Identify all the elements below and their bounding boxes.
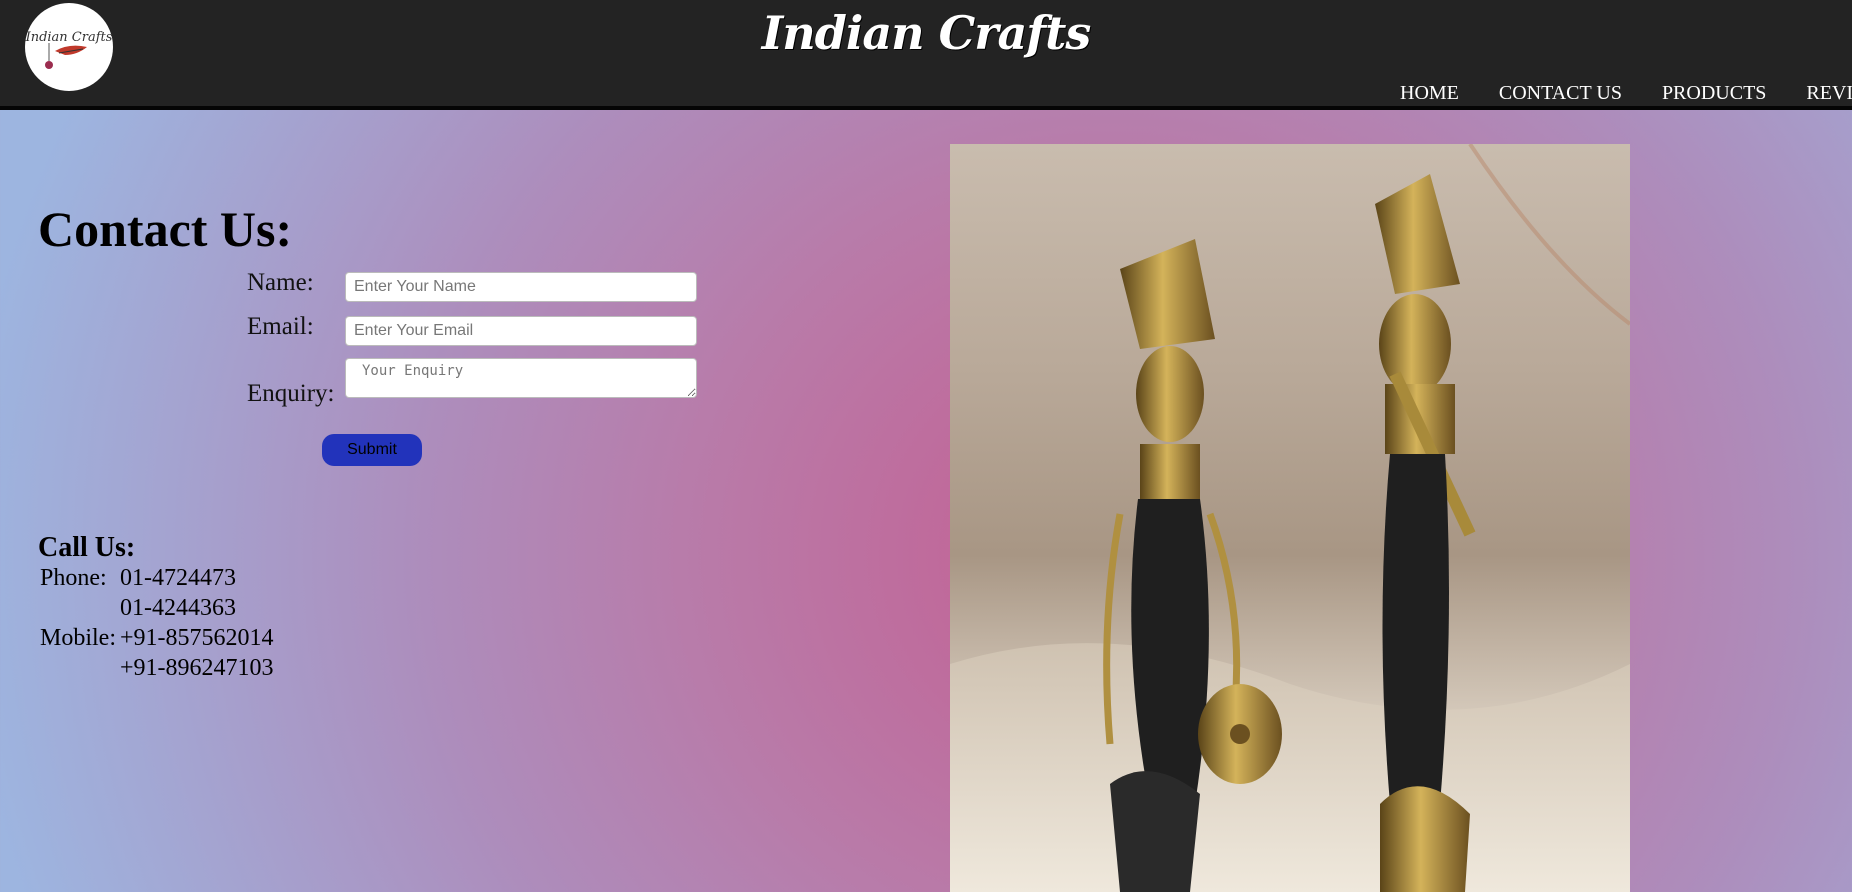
phone-label: Phone: bbox=[40, 565, 107, 591]
name-input[interactable] bbox=[345, 272, 697, 302]
nav-home[interactable]: HOME bbox=[1400, 82, 1459, 104]
page-title: Contact Us: bbox=[38, 201, 293, 257]
submit-button[interactable]: Submit bbox=[322, 434, 422, 466]
nav-contact-us[interactable]: CONTACT US bbox=[1499, 82, 1622, 104]
dhokra-figurines-image bbox=[950, 144, 1630, 892]
mobile-number: +91-857562014 bbox=[120, 625, 274, 651]
name-label: Name: bbox=[247, 269, 314, 296]
phone-number: 01-4724473 bbox=[120, 565, 236, 591]
product-photo bbox=[950, 144, 1630, 892]
enquiry-label: Enquiry: bbox=[247, 380, 335, 407]
call-us-heading: Call Us: bbox=[38, 532, 136, 563]
site-header: Indian Crafts Indian Crafts HOME CONTACT… bbox=[0, 0, 1852, 110]
nav-products[interactable]: PRODUCTS bbox=[1662, 82, 1766, 104]
email-input[interactable] bbox=[345, 316, 697, 346]
email-label: Email: bbox=[247, 313, 314, 340]
mobile-label: Mobile: bbox=[40, 625, 116, 651]
phone-number: 01-4244363 bbox=[120, 595, 236, 621]
phone-list: Phone: 01-4724473 01-4244363 Mobile: +91… bbox=[38, 565, 276, 685]
enquiry-textarea[interactable] bbox=[345, 358, 697, 398]
mobile-number: +91-896247103 bbox=[120, 655, 274, 681]
nav-reviews[interactable]: REVIEWS bbox=[1806, 82, 1852, 104]
site-title: Indian Crafts bbox=[761, 6, 1091, 60]
main-nav: HOME CONTACT US PRODUCTS REVIEWS bbox=[1400, 82, 1852, 105]
